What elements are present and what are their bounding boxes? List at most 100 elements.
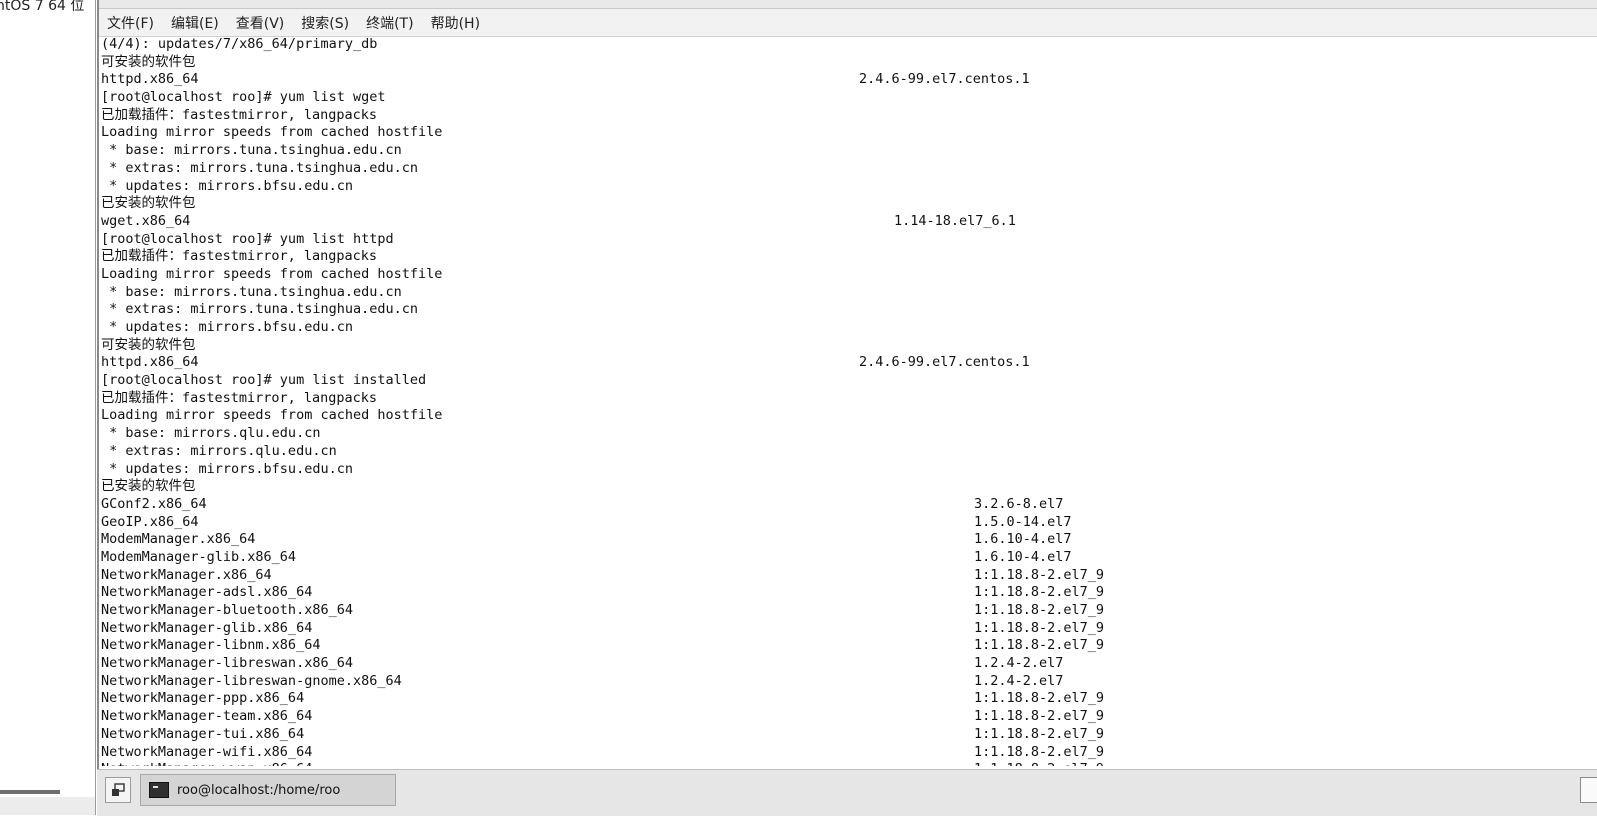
terminal-line-text: GeoIP.x86_64 [101, 513, 199, 530]
taskbar: roo@localhost:/home/roo [97, 769, 1597, 816]
menubar: 文件(F) 编辑(E) 查看(V) 搜索(S) 终端(T) 帮助(H) [99, 9, 1597, 37]
terminal-line-text: NetworkManager-glib.x86_64 [101, 619, 313, 636]
terminal-line: * extras: mirrors.tuna.tsinghua.edu.cn [101, 160, 1561, 178]
terminal-line: * base: mirrors.qlu.edu.cn [101, 425, 1561, 443]
menu-edit[interactable]: 编辑(E) [171, 13, 219, 33]
menu-help[interactable]: 帮助(H) [431, 13, 480, 33]
terminal-line-text: Loading mirror speeds from cached hostfi… [101, 124, 443, 141]
terminal-line-version: 1.14-18.el7_6.1 [894, 212, 1016, 229]
tray-area[interactable] [1580, 777, 1597, 803]
host-scrollbar[interactable] [0, 790, 60, 794]
show-desktop-icon [112, 783, 125, 796]
terminal-line: NetworkManager.x86_64 1:1.18.8-2.el7_9 [101, 567, 1561, 585]
terminal-line: 已加载插件：fastestmirror, langpacks [101, 248, 1561, 266]
terminal-line-text: 已安装的软件包 [101, 195, 196, 212]
terminal-line-text: NetworkManager.x86_64 [101, 566, 272, 583]
terminal-line: NetworkManager-ppp.x86_64 1:1.18.8-2.el7_… [101, 690, 1561, 708]
host-window-sliver: ntOS 7 64 位 [0, 0, 96, 815]
terminal-line-text: httpd.x86_64 [101, 71, 199, 88]
terminal-line-text: 可安装的软件包 [101, 53, 196, 70]
terminal-line: * updates: mirrors.bfsu.edu.cn [101, 178, 1561, 196]
terminal-line-text: * extras: mirrors.tuna.tsinghua.edu.cn [101, 301, 418, 318]
show-desktop-button[interactable] [105, 777, 131, 803]
terminal-line-text: * extras: mirrors.tuna.tsinghua.edu.cn [101, 159, 418, 176]
host-window-title: ntOS 7 64 位 [0, 0, 85, 14]
terminal-line-text: NetworkManager-wifi.x86_64 [101, 743, 313, 760]
window-top-border [99, 0, 1597, 9]
terminal-line-text: NetworkManager-team.x86_64 [101, 708, 313, 725]
terminal-line-text: Loading mirror speeds from cached hostfi… [101, 407, 443, 424]
terminal-line-text: * base: mirrors.tuna.tsinghua.edu.cn [101, 142, 402, 159]
taskbar-terminal-task[interactable]: roo@localhost:/home/roo [140, 774, 396, 806]
terminal-line-version: 3.2.6-8.el7 [974, 495, 1064, 512]
terminal-line-version: 1:1.18.8-2.el7_9 [974, 725, 1105, 742]
terminal-line-text: NetworkManager-wwan.x86_64 [101, 761, 312, 766]
menu-search[interactable]: 搜索(S) [301, 13, 349, 33]
terminal-line-text: NetworkManager-tui.x86_64 [101, 725, 305, 742]
terminal-line-version: 1:1.18.8-2.el7_9 [974, 761, 1104, 766]
terminal-line: 已安装的软件包 [101, 195, 1561, 213]
terminal-output[interactable]: (4/4): updates/7/x86_64/primary_db 可安装的软件… [101, 36, 1561, 766]
terminal-line-text: 已加载插件：fastestmirror, langpacks [101, 389, 378, 406]
terminal-line-version: 1.2.4-2.el7 [974, 672, 1064, 689]
terminal-line: * base: mirrors.tuna.tsinghua.edu.cn [101, 142, 1561, 160]
terminal-line-text: NetworkManager-adsl.x86_64 [101, 584, 313, 601]
menu-file[interactable]: 文件(F) [107, 13, 154, 33]
terminal-line-text: (4/4): updates/7/x86_64/primary_db [101, 36, 378, 52]
menu-view[interactable]: 查看(V) [236, 13, 285, 33]
terminal-line: wget.x86_64 1.14-18.el7_6.1 [101, 213, 1561, 231]
terminal-line: * extras: mirrors.qlu.edu.cn [101, 443, 1561, 461]
terminal-line-text: * updates: mirrors.bfsu.edu.cn [101, 177, 353, 194]
terminal-window: 文件(F) 编辑(E) 查看(V) 搜索(S) 终端(T) 帮助(H) (4/4… [97, 0, 1597, 785]
terminal-line-text: * updates: mirrors.bfsu.edu.cn [101, 460, 353, 477]
terminal-line-text: NetworkManager-libnm.x86_64 [101, 637, 321, 654]
terminal-line-text: 已安装的软件包 [101, 478, 196, 495]
terminal-line-version: 2.4.6-99.el7.centos.1 [859, 71, 1030, 88]
terminal-line: NetworkManager-tui.x86_64 1:1.18.8-2.el7_… [101, 726, 1561, 744]
terminal-line: GeoIP.x86_64 1.5.0-14.el7 [101, 514, 1561, 532]
terminal-line: [root@localhost roo]# yum list httpd [101, 231, 1561, 249]
terminal-line: Loading mirror speeds from cached hostfi… [101, 124, 1561, 142]
terminal-line-text: NetworkManager-libreswan-gnome.x86_64 [101, 672, 402, 689]
terminal-line-version: 1:1.18.8-2.el7_9 [974, 602, 1105, 618]
terminal-line: NetworkManager-libreswan.x86_64 1.2.4-2.e… [101, 655, 1561, 673]
terminal-line-version: 1:1.18.8-2.el7_9 [974, 566, 1105, 583]
terminal-line: NetworkManager-bluetooth.x86_64 1:1.18.8-… [101, 602, 1561, 620]
terminal-line: 可安装的软件包 [101, 337, 1561, 355]
terminal-line: 已加载插件：fastestmirror, langpacks [101, 107, 1561, 125]
terminal-line: NetworkManager-adsl.x86_64 1:1.18.8-2.el7… [101, 584, 1561, 602]
terminal-line: NetworkManager-libreswan-gnome.x86_64 1.2… [101, 673, 1561, 691]
terminal-line-text: GConf2.x86_64 [101, 495, 207, 512]
terminal-line: httpd.x86_64 2.4.6-99.el7.centos.1 [101, 354, 1561, 372]
terminal-line-text: 已加载插件：fastestmirror, langpacks [101, 106, 378, 123]
terminal-line-text: 可安装的软件包 [101, 336, 196, 353]
terminal-line-text: * base: mirrors.tuna.tsinghua.edu.cn [101, 283, 402, 300]
terminal-line-text: Loading mirror speeds from cached hostfi… [101, 265, 443, 282]
terminal-line-version: 1:1.18.8-2.el7_9 [974, 690, 1105, 707]
terminal-line-version: 1:1.18.8-2.el7_9 [974, 619, 1105, 636]
terminal-line: [root@localhost roo]# yum list wget [101, 89, 1561, 107]
terminal-line-text: [root@localhost roo]# yum list httpd [101, 230, 394, 247]
terminal-line: * base: mirrors.tuna.tsinghua.edu.cn [101, 284, 1561, 302]
terminal-line-text: NetworkManager-libreswan.x86_64 [101, 655, 353, 672]
terminal-line-version: 1:1.18.8-2.el7_9 [974, 708, 1105, 725]
terminal-line: NetworkManager-wwan.x86_64 1:1.18.8-2.el7… [101, 761, 1561, 766]
terminal-line-version: 1.6.10-4.el7 [974, 548, 1072, 565]
terminal-line: * updates: mirrors.bfsu.edu.cn [101, 461, 1561, 479]
terminal-line-text: 已加载插件：fastestmirror, langpacks [101, 248, 378, 265]
terminal-line: 可安装的软件包 [101, 54, 1561, 72]
terminal-line-text: httpd.x86_64 [101, 354, 199, 371]
terminal-line: NetworkManager-libnm.x86_64 1:1.18.8-2.el… [101, 637, 1561, 655]
terminal-line: httpd.x86_64 2.4.6-99.el7.centos.1 [101, 71, 1561, 89]
terminal-line: 已加载插件：fastestmirror, langpacks [101, 390, 1561, 408]
terminal-line: ModemManager-glib.x86_64 1.6.10-4.el7 [101, 549, 1561, 567]
terminal-line-version: 2.4.6-99.el7.centos.1 [859, 354, 1030, 371]
terminal-line: NetworkManager-glib.x86_64 1:1.18.8-2.el7… [101, 620, 1561, 638]
terminal-line: [root@localhost roo]# yum list installed [101, 372, 1561, 390]
terminal-line: 已安装的软件包 [101, 478, 1561, 496]
terminal-line-version: 1.5.0-14.el7 [974, 513, 1072, 530]
terminal-line-text: * updates: mirrors.bfsu.edu.cn [101, 319, 353, 335]
terminal-line-text: ModemManager.x86_64 [101, 531, 256, 548]
menu-terminal[interactable]: 终端(T) [366, 13, 413, 33]
terminal-line-text: wget.x86_64 [101, 212, 191, 229]
